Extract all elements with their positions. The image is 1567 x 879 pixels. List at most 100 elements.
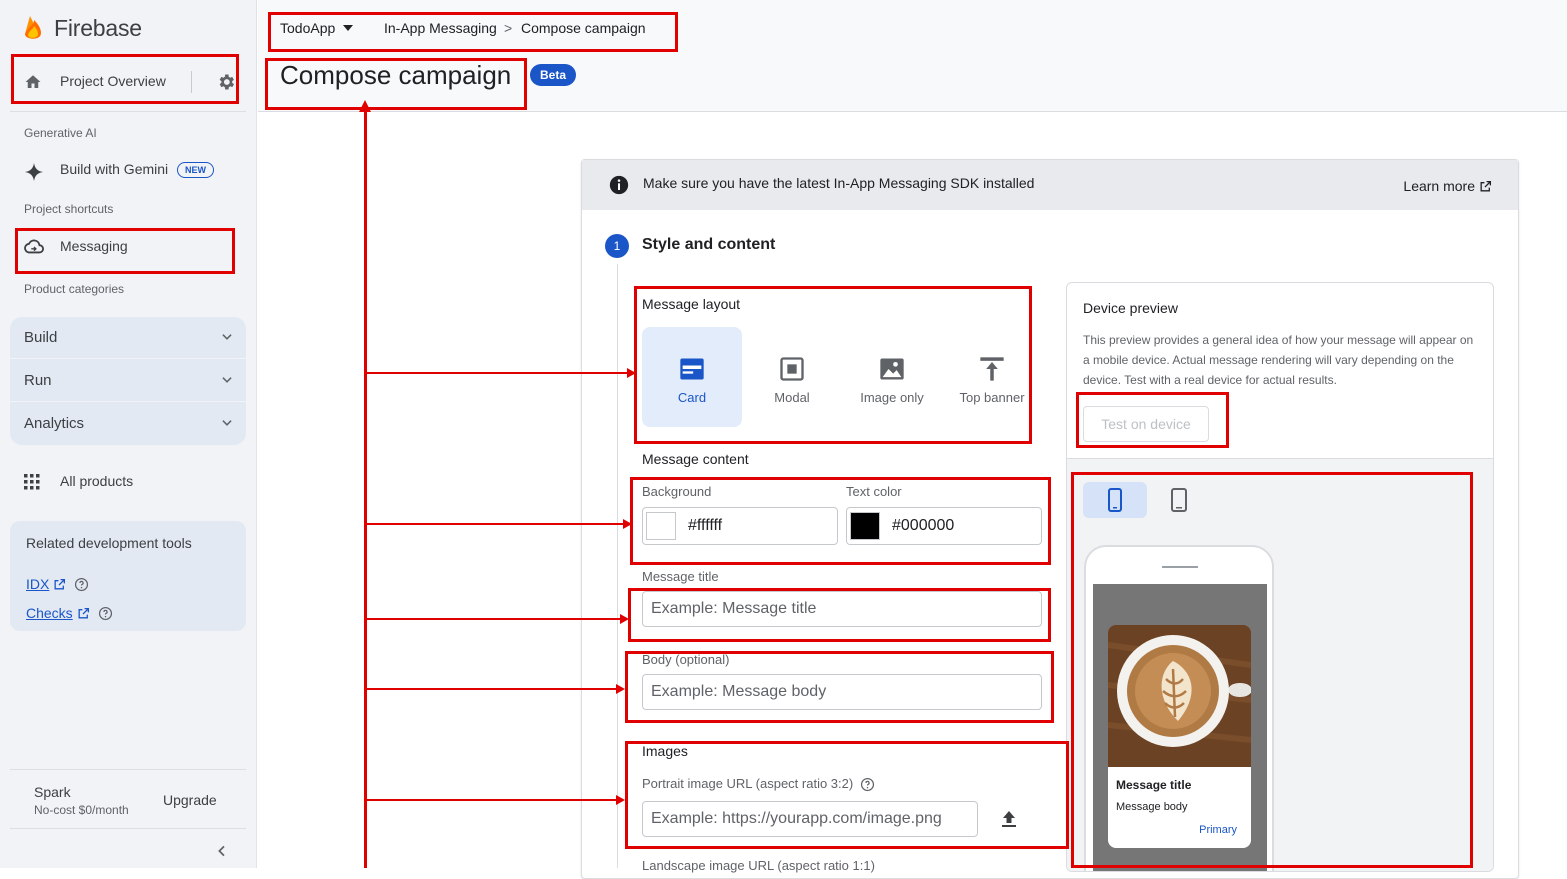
phone-speaker: [1162, 566, 1198, 568]
help-icon[interactable]: [860, 777, 875, 792]
app-name: TodoApp: [280, 20, 336, 36]
annotation-line: [364, 108, 367, 868]
test-on-device-button[interactable]: Test on device: [1083, 406, 1209, 442]
background-color-swatch[interactable]: [646, 512, 676, 540]
message-content-label: Message content: [642, 451, 749, 467]
home-icon: [25, 75, 41, 88]
idx-link[interactable]: IDX: [26, 576, 89, 592]
step-connector: [617, 264, 618, 868]
breadcrumb-separator: >: [504, 20, 513, 36]
learn-more-link[interactable]: Learn more: [1403, 178, 1492, 194]
section-product-categories: Product categories: [24, 282, 125, 296]
modal-layout-icon: [780, 357, 804, 381]
chevron-down-icon: [222, 334, 232, 340]
annotation-line: [364, 372, 628, 374]
divider: [191, 71, 192, 93]
breadcrumb-in-app-messaging[interactable]: In-App Messaging: [384, 20, 497, 36]
background-label: Background: [642, 484, 712, 499]
text-color-field[interactable]: #000000: [846, 507, 1042, 545]
chevron-down-icon: [222, 420, 232, 426]
external-link-icon: [1480, 180, 1492, 191]
new-badge: NEW: [177, 162, 214, 178]
upload-icon[interactable]: [1000, 809, 1018, 829]
message-body-input[interactable]: [642, 674, 1042, 710]
background-color-field[interactable]: #ffffff: [642, 507, 838, 545]
breadcrumb-current: Compose campaign: [521, 20, 646, 36]
external-link-icon: [78, 607, 89, 618]
category-build[interactable]: Build: [10, 317, 246, 359]
annotation-line: [364, 618, 621, 620]
firebase-logo[interactable]: Firebase: [22, 14, 142, 42]
plan-name: Spark: [34, 784, 71, 800]
tab-tablet[interactable]: [1147, 482, 1211, 518]
phone-screen: Message title Message body Primary: [1093, 584, 1267, 871]
layout-option-image-only[interactable]: Image only: [842, 327, 942, 427]
plan-subtitle: No-cost $0/month: [34, 803, 129, 817]
idx-link-label: IDX: [26, 576, 50, 592]
sidebar: Firebase Project Overview Generative AI …: [0, 0, 257, 868]
project-overview-label: Project Overview: [60, 73, 166, 89]
device-preview-panel: Device preview This preview provides a g…: [1066, 282, 1494, 872]
layout-option-label: Card: [677, 390, 707, 405]
landscape-image-label: Landscape image URL (aspect ratio 1:1): [642, 858, 875, 873]
learn-more-label: Learn more: [1403, 178, 1475, 194]
collapse-sidebar-icon[interactable]: [214, 843, 230, 859]
message-title-input[interactable]: [642, 591, 1042, 627]
brand-name: Firebase: [54, 14, 142, 41]
message-title-label: Message title: [642, 569, 719, 584]
upgrade-button[interactable]: Upgrade: [163, 792, 217, 808]
product-categories: Build Run Analytics: [10, 317, 246, 445]
phone-icon: [1108, 488, 1122, 512]
body-label: Body (optional): [642, 652, 730, 667]
annotation-arrow: [616, 795, 625, 805]
layout-option-top-banner[interactable]: Top banner: [942, 327, 1042, 427]
layout-option-label: Modal: [774, 390, 810, 405]
sidebar-item-label: Messaging: [60, 238, 128, 254]
background-color-value: #ffffff: [688, 517, 723, 534]
category-analytics[interactable]: Analytics: [10, 403, 246, 445]
beta-badge: Beta: [530, 64, 577, 86]
sidebar-item-label: Build with Gemini: [60, 161, 169, 177]
divider: [10, 111, 246, 112]
section-project-shortcuts: Project shortcuts: [24, 202, 114, 216]
top-banner-icon: [980, 357, 1004, 381]
image-icon: [880, 358, 904, 380]
portrait-image-label: Portrait image URL (aspect ratio 3:2): [642, 776, 854, 791]
step-number: 1: [605, 234, 629, 258]
text-color-label: Text color: [846, 484, 902, 499]
category-label: Analytics: [24, 415, 85, 432]
device-preview-description: This preview provides a general idea of …: [1083, 333, 1474, 387]
device-preview-title: Device preview: [1083, 300, 1178, 316]
preview-message-body: Message body: [1116, 801, 1188, 813]
preview-message-title: Message title: [1116, 778, 1192, 792]
project-overview[interactable]: Project Overview: [10, 57, 246, 107]
layout-option-modal[interactable]: Modal: [742, 327, 842, 427]
gear-icon[interactable]: [216, 72, 236, 92]
page-header: TodoApp In-App Messaging > Compose campa…: [258, 0, 1567, 112]
annotation-arrow: [620, 614, 629, 624]
text-color-swatch[interactable]: [850, 512, 880, 540]
sidebar-item-all-products[interactable]: All products: [10, 464, 246, 500]
checks-link[interactable]: Checks: [26, 605, 113, 621]
category-run[interactable]: Run: [10, 360, 246, 402]
app-selector[interactable]: TodoApp: [280, 20, 354, 36]
message-card-preview: Message title Message body Primary: [1108, 625, 1251, 848]
portrait-image-url-input[interactable]: [642, 801, 978, 837]
annotation-arrow: [627, 368, 636, 378]
step-title[interactable]: Style and content: [642, 236, 775, 254]
help-icon[interactable]: [74, 577, 89, 592]
images-label: Images: [642, 743, 688, 759]
layout-option-label: Top banner: [959, 390, 1025, 405]
dropdown-arrow-icon: [343, 25, 354, 31]
annotation-line: [364, 523, 624, 525]
sidebar-item-messaging[interactable]: Messaging: [10, 228, 246, 264]
annotation-line: [364, 688, 616, 690]
related-tools-title: Related development tools: [26, 535, 192, 551]
help-icon[interactable]: [98, 606, 113, 621]
tab-phone[interactable]: [1083, 482, 1147, 518]
annotation-line: [364, 799, 616, 801]
page-title: Compose campaign: [280, 60, 512, 90]
layout-option-card[interactable]: Card: [642, 327, 742, 427]
preview-primary-button: Primary: [1199, 824, 1237, 836]
sidebar-item-build-with-gemini[interactable]: Build with Gemini NEW: [10, 152, 246, 188]
